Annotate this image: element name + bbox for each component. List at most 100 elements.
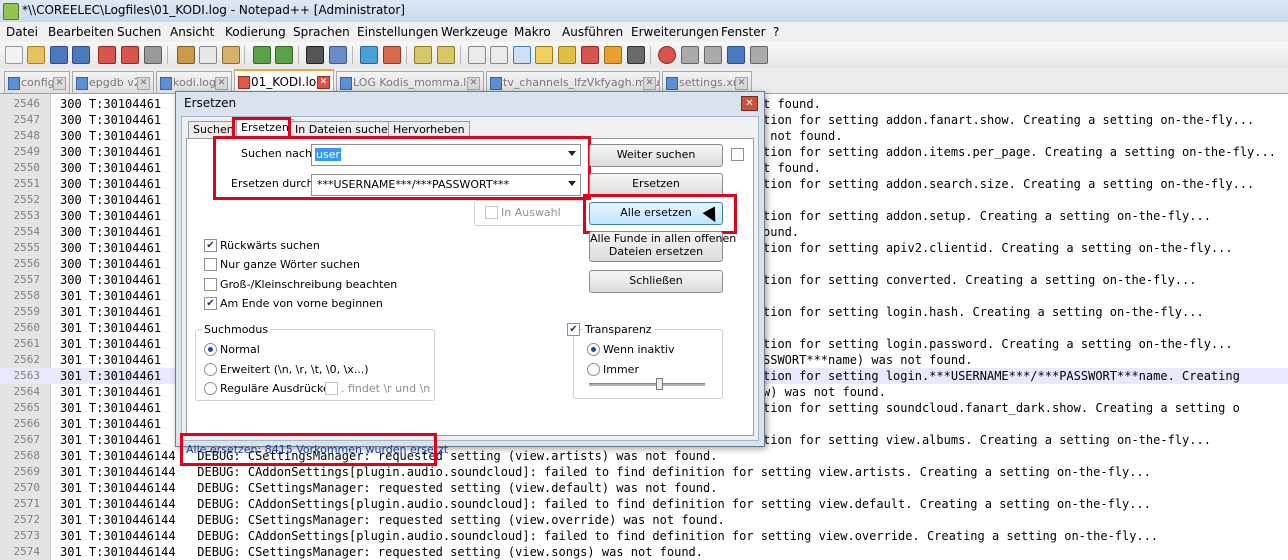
code-line[interactable]: 2572 301 T:3010446144 DEBUG: CSettingsMan…: [0, 512, 1288, 528]
close-icon[interactable]: ✕: [643, 77, 656, 90]
doc-map-icon[interactable]: [558, 46, 576, 64]
close-icon[interactable]: ✕: [317, 76, 330, 89]
new-file-icon[interactable]: [5, 46, 23, 64]
code-line[interactable]: 2569 301 T:3010446144 DEBUG: CAddonSettin…: [0, 464, 1288, 480]
menu-erweiterungen[interactable]: Erweiterungen: [631, 25, 719, 39]
code-line[interactable]: 2574 301 T:3010446144 DEBUG: CSettingsMan…: [0, 544, 1288, 560]
backward-checkbox[interactable]: ✔: [204, 239, 217, 252]
show-all-chars-icon[interactable]: [490, 46, 508, 64]
cut-icon[interactable]: [177, 46, 195, 64]
dialog-body: Suchen Ersetzen In Dateien suchen Hervor…: [180, 116, 759, 466]
menu-werkzeuge[interactable]: Werkzeuge: [441, 25, 508, 39]
code-line[interactable]: 2573 301 T:3010446144 DEBUG: CAddonSettin…: [0, 528, 1288, 544]
menu-bearbeiten[interactable]: Bearbeiten: [48, 25, 114, 39]
code-text: 301 T:30104461: [60, 337, 162, 351]
find-next-button[interactable]: Weiter suchen: [589, 144, 723, 167]
zoom-out-icon[interactable]: [383, 46, 401, 64]
folder-workspace-icon[interactable]: [604, 46, 622, 64]
window-title: *\\COREELEC\Logfiles\01_KODI.log - Notep…: [22, 3, 405, 17]
mode-extended-radio[interactable]: [204, 363, 217, 376]
save-icon[interactable]: [50, 46, 68, 64]
in-selection-checkbox[interactable]: [485, 206, 498, 219]
transparency-always-radio[interactable]: [587, 363, 600, 376]
whole-word-checkbox[interactable]: [204, 258, 217, 271]
sync-horizontal-icon[interactable]: [437, 46, 455, 64]
menu-makro[interactable]: Makro: [514, 25, 551, 39]
code-text-visible-right: w) was not found.: [763, 385, 886, 399]
word-wrap-icon[interactable]: [468, 46, 486, 64]
mode-regex-radio[interactable]: [204, 382, 217, 395]
paste-icon[interactable]: [222, 46, 240, 64]
function-list-icon[interactable]: [581, 46, 599, 64]
wrap-around-checkbox[interactable]: ✔: [204, 297, 217, 310]
close-file-icon[interactable]: [98, 46, 116, 64]
udl-icon[interactable]: [535, 46, 553, 64]
monitoring-icon[interactable]: [627, 46, 645, 64]
transparency-checkbox[interactable]: ✔: [567, 323, 580, 336]
transparency-slider[interactable]: [589, 383, 705, 386]
menu-ansicht[interactable]: Ansicht: [170, 25, 214, 39]
menu-einstellungen[interactable]: Einstellungen: [357, 25, 438, 39]
two-buttons-checkbox[interactable]: [731, 148, 744, 161]
close-icon[interactable]: ✕: [735, 77, 748, 90]
tab-config[interactable]: config ✕: [4, 71, 70, 93]
transparency-label: Transparenz: [583, 323, 654, 336]
save-all-icon[interactable]: [72, 46, 90, 64]
close-icon[interactable]: ✕: [137, 77, 150, 90]
mode-normal-label: Normal: [220, 343, 260, 356]
in-selection-label: In Auswahl: [501, 206, 561, 219]
menu-kodierung[interactable]: Kodierung: [225, 25, 286, 39]
code-line[interactable]: 2570 301 T:3010446144 DEBUG: CSettingsMan…: [0, 480, 1288, 496]
find-icon[interactable]: [306, 46, 324, 64]
close-icon[interactable]: ✕: [741, 96, 758, 111]
replace-button[interactable]: Ersetzen: [589, 173, 723, 196]
mode-normal-radio[interactable]: [204, 343, 217, 356]
open-file-icon[interactable]: [27, 46, 45, 64]
code-text: 300 T:30104461: [60, 129, 162, 143]
indent-guide-icon[interactable]: [513, 46, 531, 64]
close-icon[interactable]: ✕: [467, 77, 480, 90]
menu-sprachen[interactable]: Sprachen: [293, 25, 350, 39]
tab-tv-channels[interactable]: tv_channels_lfzVkfyagh.m3u ✕: [486, 71, 660, 93]
close-all-icon[interactable]: [121, 46, 139, 64]
code-text: 300 T:30104461: [60, 145, 162, 159]
undo-icon[interactable]: [253, 46, 271, 64]
stop-macro-icon[interactable]: [681, 46, 699, 64]
zoom-in-icon[interactable]: [360, 46, 378, 64]
code-text-visible-right: tion for setting soundcloud.fanart_dark.…: [763, 401, 1240, 415]
transparency-slider-thumb[interactable]: [655, 378, 663, 390]
line-number: 2561: [13, 337, 41, 350]
tab-settings-xml[interactable]: settings.xml ✕: [662, 71, 752, 93]
match-case-checkbox[interactable]: [204, 278, 217, 291]
code-text: 301 T:3010446144 DEBUG: CSettingsManager…: [60, 481, 718, 495]
close-button[interactable]: Schließen: [589, 270, 723, 293]
close-icon[interactable]: ✕: [53, 77, 66, 90]
menu-datei[interactable]: Datei: [6, 25, 38, 39]
sync-vertical-icon[interactable]: [414, 46, 432, 64]
tab-log-kodis-momma[interactable]: LOG Kodis_momma.log ✕: [336, 71, 484, 93]
code-text: 301 T:30104461: [60, 305, 162, 319]
code-text-visible-right: tion for setting view.albums. Creating a…: [763, 433, 1211, 447]
replace-icon[interactable]: [329, 46, 347, 64]
save-macro-icon[interactable]: [750, 46, 768, 64]
replace-all-open-docs-button[interactable]: Alle Funde in allen offenen Dateien erse…: [589, 231, 736, 262]
transparency-inactive-radio[interactable]: [587, 343, 600, 356]
copy-icon[interactable]: [199, 46, 217, 64]
close-icon[interactable]: ✕: [215, 77, 228, 90]
tab-kodi-log[interactable]: kodi.log ✕: [156, 71, 232, 93]
tab-epgdb[interactable]: epgdb v2 ✕: [72, 71, 154, 93]
replace-dialog: Ersetzen ✕ Suchen Ersetzen In Dateien su…: [175, 91, 765, 466]
dot-newline-checkbox[interactable]: [325, 382, 338, 395]
menu-fenster[interactable]: Fenster: [721, 25, 766, 39]
run-macro-multiple-icon[interactable]: [727, 46, 745, 64]
menu-help[interactable]: ?: [773, 25, 779, 39]
mode-extended-label: Erweitert (\n, \r, \t, \0, \x...): [220, 363, 369, 376]
play-macro-icon[interactable]: [704, 46, 722, 64]
record-macro-icon[interactable]: [658, 46, 676, 64]
redo-icon[interactable]: [275, 46, 293, 64]
menu-ausfuehren[interactable]: Ausführen: [562, 25, 623, 39]
code-text: 301 T:30104461: [60, 401, 162, 415]
menu-suchen[interactable]: Suchen: [117, 25, 161, 39]
print-icon[interactable]: [144, 46, 162, 64]
code-line[interactable]: 2571 301 T:3010446144 DEBUG: CAddonSettin…: [0, 496, 1288, 512]
